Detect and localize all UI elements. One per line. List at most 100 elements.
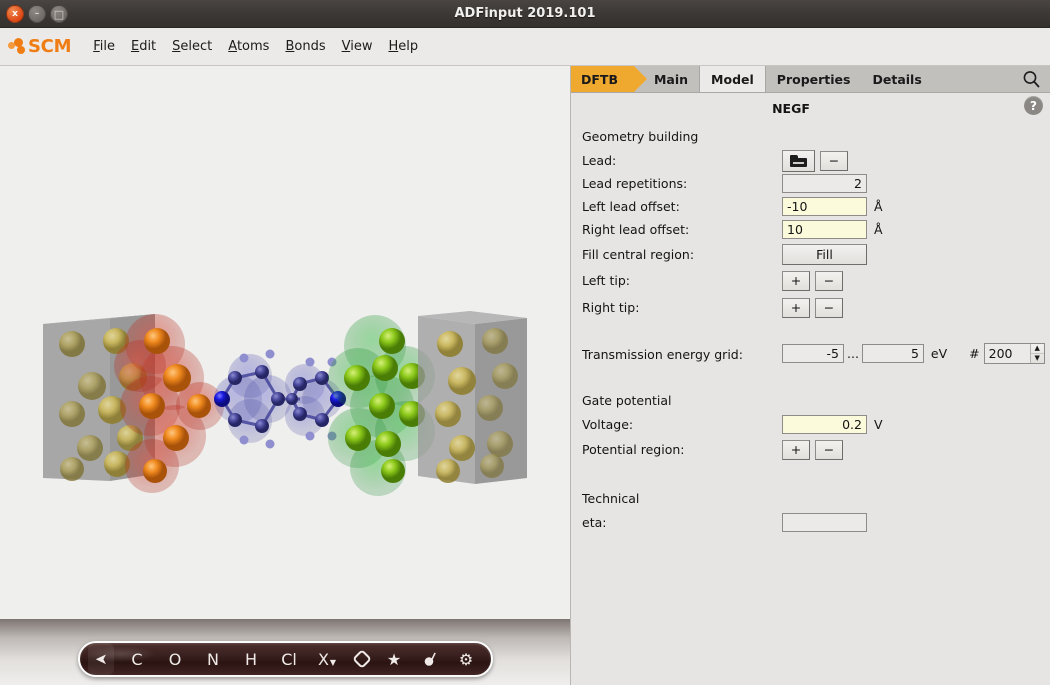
search-icon[interactable] — [1022, 70, 1041, 89]
help-button[interactable]: ? — [1024, 96, 1043, 115]
tab-properties-label: Properties — [776, 71, 851, 87]
row-lead-repetitions: Lead repetitions: — [571, 172, 1050, 195]
tab-main[interactable]: Main — [634, 66, 699, 92]
tab-details-label: Details — [872, 71, 922, 87]
row-right-tip: Right tip: + − — [571, 294, 1050, 321]
voltage-input[interactable] — [782, 415, 867, 434]
transmission-energy-unit: eV — [930, 346, 948, 361]
menu-bonds[interactable]: Bonds — [277, 36, 333, 57]
window-title: ADFinput 2019.101 — [454, 6, 596, 21]
menu-bar: SCM File Edit Select Atoms Bonds View He… — [0, 28, 1050, 66]
range-separator: ... — [847, 346, 859, 361]
right-lead-box — [418, 311, 527, 484]
star-icon: ★ — [386, 649, 402, 669]
lead-browse-button[interactable] — [782, 149, 815, 172]
left-tip-add-button[interactable]: + — [782, 270, 810, 291]
menu-atoms[interactable]: Atoms — [220, 36, 277, 57]
lead-repetitions-input[interactable] — [782, 174, 867, 193]
tab-dftb[interactable]: DFTB — [571, 66, 647, 92]
tab-details[interactable]: Details — [861, 66, 932, 92]
benzene-ring-icon — [352, 649, 372, 669]
element-cl-label: Cl — [281, 649, 297, 669]
eta-label: eta: — [582, 515, 607, 530]
element-h-button[interactable]: H — [238, 643, 264, 675]
row-eta: eta: — [571, 511, 1050, 534]
scm-logo[interactable]: SCM — [8, 36, 71, 57]
molecule-viewer[interactable] — [0, 66, 570, 619]
lead-remove-button[interactable]: − — [820, 150, 848, 171]
settings-gear-button[interactable]: ⚙ — [453, 643, 479, 675]
left-lead-offset-unit: Å — [874, 199, 883, 214]
menu-edit[interactable]: Edit — [123, 36, 164, 57]
right-tip-remove-label: − — [823, 300, 835, 315]
transmission-points-spinner[interactable]: 200 ▲ ▼ — [983, 343, 1045, 364]
right-lead-offset-label: Right lead offset: — [582, 222, 690, 237]
favorites-button[interactable]: ★ — [381, 643, 407, 675]
right-tip-label: Right tip: — [582, 300, 640, 315]
right-tip-remove-button[interactable]: − — [815, 297, 843, 318]
left-tip-remove-button[interactable]: − — [815, 270, 843, 291]
select-cursor-button[interactable]: ➤ — [88, 643, 114, 675]
fill-button[interactable]: Fill — [782, 243, 867, 265]
transmission-energy-grid-label: Transmission energy grid: — [582, 347, 743, 362]
element-o-label: O — [168, 649, 182, 669]
page-title: NEGF — [772, 100, 810, 116]
spinner-up-icon[interactable]: ▲ — [1030, 344, 1044, 354]
gear-icon: ⚙ — [458, 649, 474, 669]
panel-header: NEGF ? — [571, 93, 1050, 123]
row-left-tip: Left tip: + − — [571, 267, 1050, 294]
left-tip-label: Left tip: — [582, 273, 631, 288]
transmission-points-value: 200 — [988, 346, 1013, 361]
right-tip-add-button[interactable]: + — [782, 297, 810, 318]
eta-input[interactable] — [782, 513, 867, 532]
voltage-label: Voltage: — [582, 417, 634, 432]
section-geometry-building-label: Geometry building — [582, 128, 699, 144]
element-n-button[interactable]: N — [200, 643, 226, 675]
element-h-label: H — [244, 649, 258, 669]
folder-icon — [790, 154, 807, 167]
atom-toolbar: ➤ C O N H Cl X ▼ ★ ⚙ — [78, 641, 493, 677]
tadpole-icon — [424, 652, 436, 666]
left-lead-offset-label: Left lead offset: — [582, 199, 680, 214]
potential-region-remove-button[interactable]: − — [815, 439, 843, 460]
negf-form: Geometry building Lead: − Lead repetitio… — [571, 123, 1050, 534]
element-o-button[interactable]: O — [162, 643, 188, 675]
lead-repetitions-label: Lead repetitions: — [582, 176, 688, 191]
right-lead-offset-input[interactable] — [782, 220, 867, 239]
row-fill-central-region: Fill central region: Fill — [571, 241, 1050, 267]
element-other-label: X — [317, 649, 329, 669]
element-c-button[interactable]: C — [124, 643, 150, 675]
potential-region-remove-label: − — [823, 442, 835, 457]
menu-file[interactable]: File — [85, 36, 123, 57]
title-bar: x – □ ADFinput 2019.101 — [0, 0, 1050, 28]
section-geometry-building: Geometry building — [571, 123, 1050, 149]
voltage-unit: V — [874, 417, 883, 432]
tab-model[interactable]: Model — [699, 66, 766, 92]
tab-dftb-label: DFTB — [581, 71, 618, 87]
help-icon: ? — [1030, 98, 1037, 113]
section-technical-label: Technical — [582, 490, 640, 506]
tab-bar: DFTB Main Model Properties Details — [571, 66, 1050, 93]
transmission-energy-from-input[interactable] — [782, 344, 844, 363]
pointer-tool-button[interactable] — [417, 643, 443, 675]
left-lead-offset-input[interactable] — [782, 197, 867, 216]
ring-tool-button[interactable] — [349, 643, 375, 675]
menu-help[interactable]: Help — [380, 36, 426, 57]
tab-properties[interactable]: Properties — [766, 66, 862, 92]
menu-view[interactable]: View — [334, 36, 381, 57]
row-transmission-energy-grid: Transmission energy grid: ... eV # 200 ▲… — [571, 321, 1050, 369]
element-cl-button[interactable]: Cl — [276, 643, 302, 675]
element-c-label: C — [131, 649, 143, 669]
potential-region-label: Potential region: — [582, 442, 685, 457]
potential-region-add-button[interactable]: + — [782, 439, 810, 460]
right-lead-offset-unit: Å — [874, 222, 883, 237]
element-other-button[interactable]: X ▼ — [314, 643, 340, 675]
section-gate-potential-label: Gate potential — [582, 392, 672, 408]
row-potential-region: Potential region: + − — [571, 436, 1050, 463]
spinner-down-icon[interactable]: ▼ — [1031, 354, 1044, 363]
left-tip-remove-label: − — [823, 273, 835, 288]
section-gate-potential: Gate potential — [571, 387, 1050, 413]
transmission-energy-to-input[interactable] — [861, 344, 924, 363]
scm-logo-text: SCM — [28, 36, 72, 57]
menu-select[interactable]: Select — [164, 36, 220, 57]
